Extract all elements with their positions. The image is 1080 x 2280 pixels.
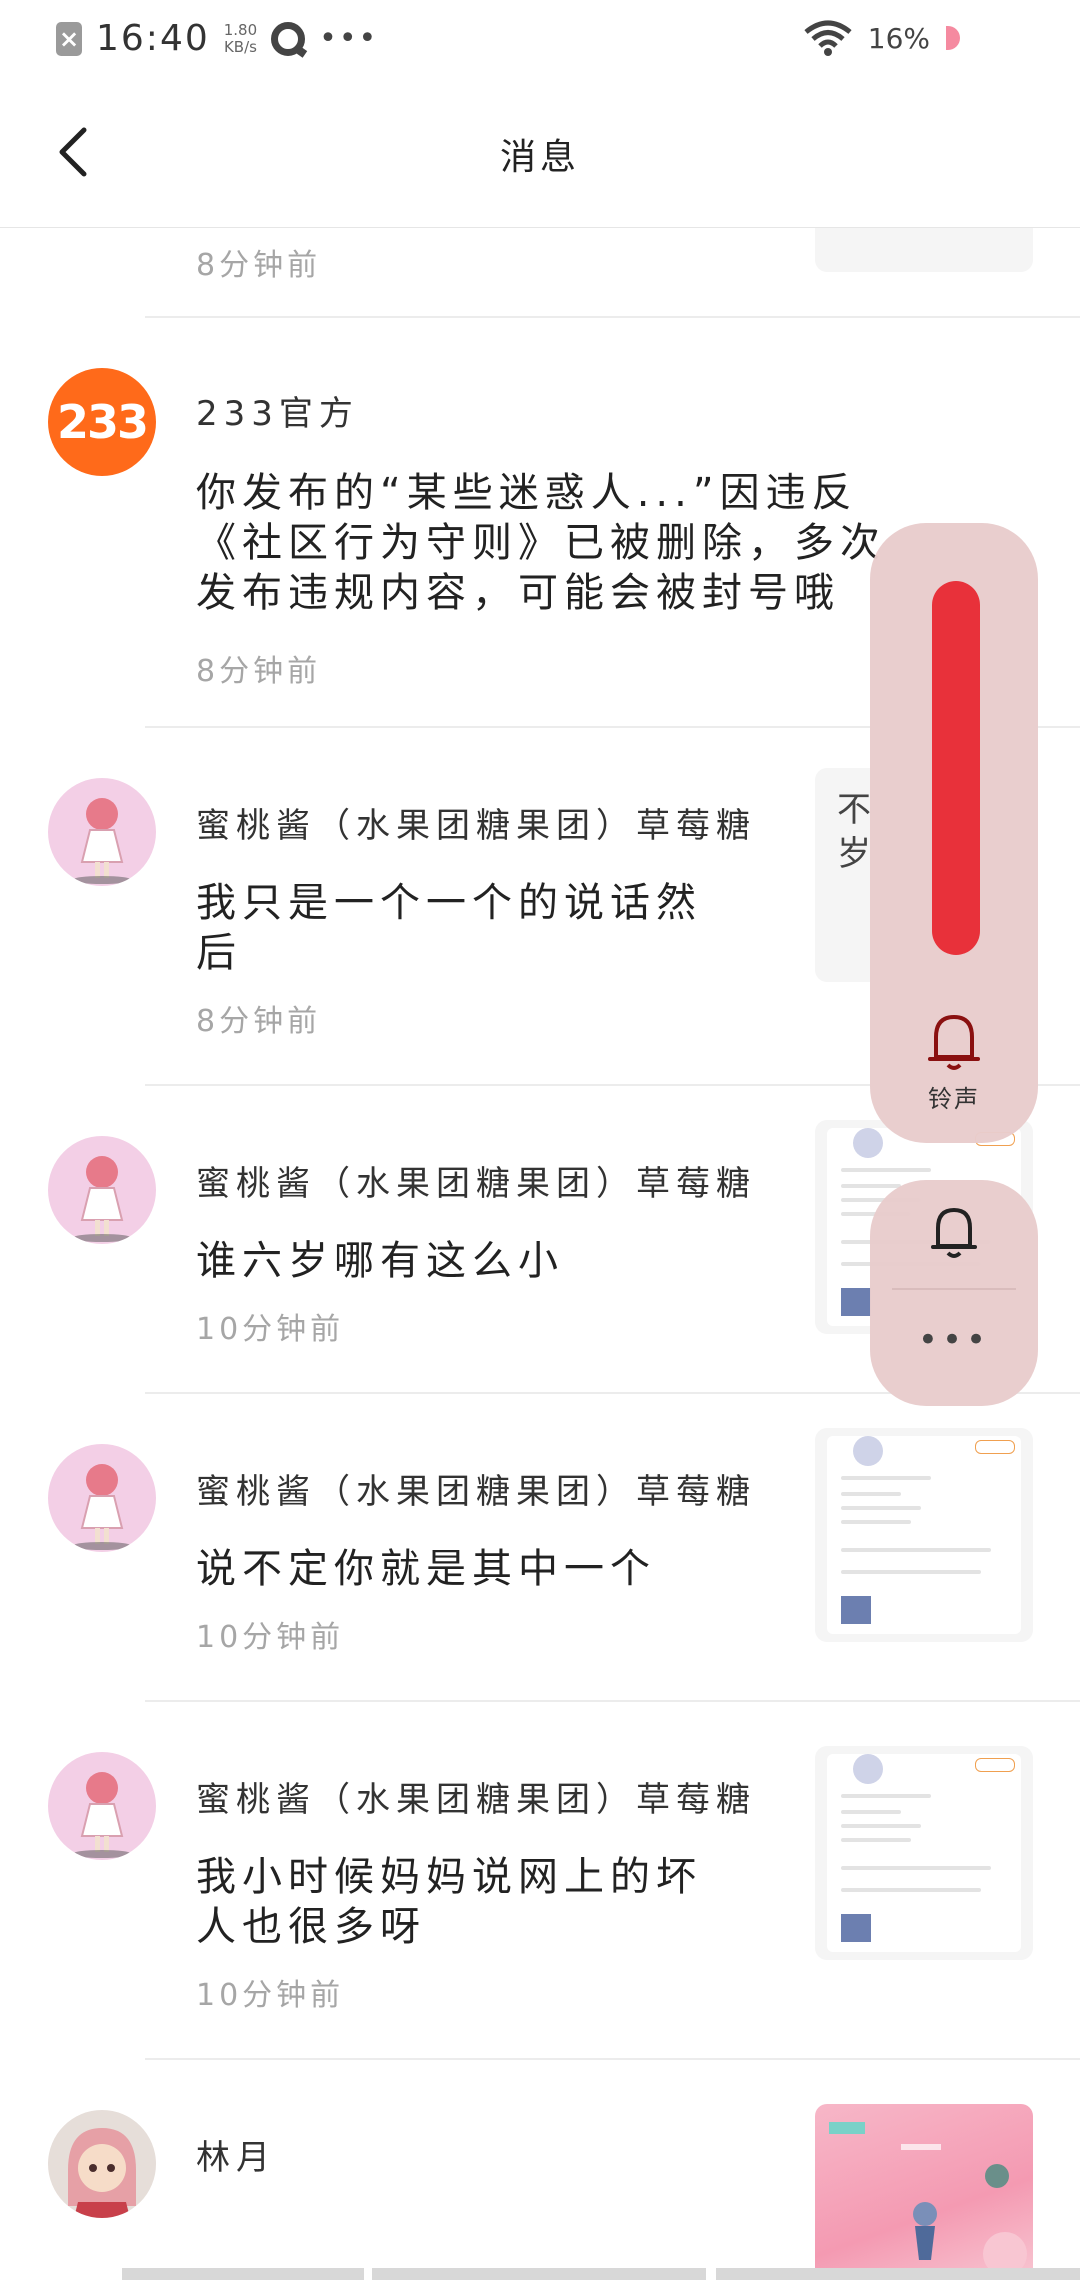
app-header: 消息 [0,80,1080,228]
message-time: 8分钟前 [196,248,322,283]
page-title: 消息 [499,137,580,178]
girl-avatar-icon [72,1772,132,1858]
bell-icon[interactable] [926,1011,982,1073]
profile-preview [827,1754,1021,1952]
preview-badge [975,1758,1015,1772]
message-thumbnail[interactable] [815,2104,1033,2280]
bottom-tab-strip [372,2268,706,2280]
avatar[interactable] [48,778,156,886]
preview-line [841,1794,931,1798]
preview-line [841,1548,991,1552]
message-content: 你发布的“某些迷惑人...”因违反《社区行为守则》已被删除，多次发布违规内容，可… [196,470,886,616]
notification-x-icon: × [56,21,82,56]
message-time: 8分钟前 [196,1004,322,1039]
volume-slider[interactable] [932,581,980,955]
preview-line [841,1506,921,1510]
message-thumbnail[interactable] [815,1428,1033,1642]
more-icon[interactable]: ••• [870,1323,1038,1357]
bottom-tab-strip [716,2268,1080,2280]
battery-percent: 16% [867,21,930,55]
sender-name[interactable]: 233官方 [196,386,359,435]
anime-girl-avatar-icon [68,2128,136,2218]
message-time: 10分钟前 [196,1620,345,1655]
network-speed-value: 1.80 [223,20,258,39]
preview-line [841,1168,931,1172]
preview-line [841,1838,911,1842]
message-thumbnail[interactable] [815,228,1033,272]
messages-screen: × 16:40 1.80 KB/s ••• 16% 消息 8分钟前 233 23… [0,0,1080,2280]
message-content: 谁六岁哪有这么小 [196,1238,564,1284]
message-content: 说不定你就是其中一个 [196,1546,656,1592]
app-q-icon [271,21,306,56]
network-speed-unit: KB/s [223,37,257,56]
list-item[interactable]: 8分钟前 [0,228,1080,318]
sender-name[interactable]: 蜜桃酱（水果团糖果团）草莓糖 [196,798,756,847]
status-time: 16:40 [96,18,210,59]
avatar[interactable] [48,1752,156,1860]
thumbnail-text: 不 岁 [837,790,871,874]
game-scene-thumbnail [829,2122,1027,2276]
sender-name[interactable]: 蜜桃酱（水果团糖果团）草莓糖 [196,1464,756,1513]
message-thumbnail[interactable] [815,1746,1033,1960]
profile-preview [827,1436,1021,1634]
message-content: 我小时候妈妈说网上的坏人也很多呀 [196,1854,702,1950]
preview-line [841,1476,931,1480]
sender-name[interactable]: 林月 [196,2130,276,2179]
preview-line [841,1492,901,1496]
status-bar: × 16:40 1.80 KB/s ••• 16% [0,0,1080,80]
preview-image [841,1596,871,1624]
preview-line [841,1810,901,1814]
message-time: 10分钟前 [196,1312,345,1347]
ringtone-label: 铃声 [928,1085,980,1113]
list-item[interactable]: 林月 [0,2060,1080,2280]
avatar[interactable]: 233 [48,368,156,476]
girl-avatar-icon [72,798,132,884]
preview-avatar [853,1754,883,1784]
girl-avatar-icon [72,1464,132,1550]
preview-line [841,1184,901,1188]
preview-avatar [853,1128,883,1158]
sender-name[interactable]: 蜜桃酱（水果团糖果团）草莓糖 [196,1772,756,1821]
avatar[interactable] [48,1136,156,1244]
preview-line [841,1888,981,1892]
status-right: 16% [804,20,960,56]
list-item[interactable]: 蜜桃酱（水果团糖果团）草莓糖 说不定你就是其中一个 10分钟前 [0,1394,1080,1702]
list-item[interactable]: 蜜桃酱（水果团糖果团）草莓糖 我小时候妈妈说网上的坏人也很多呀 10分钟前 [0,1702,1080,2060]
bell-icon[interactable] [929,1204,979,1260]
preview-image [841,1914,871,1942]
preview-line [841,1570,981,1574]
wifi-icon [804,20,852,56]
message-content: 我只是一个一个的说话然后 [196,880,702,976]
status-more-icon: ••• [319,20,379,56]
preview-line [841,1520,911,1524]
status-left: × 16:40 1.80 KB/s ••• [56,18,378,59]
network-speed: 1.80 KB/s [223,20,258,56]
preview-line [841,1824,921,1828]
avatar[interactable] [48,1444,156,1552]
avatar[interactable] [48,2110,156,2218]
volume-panel[interactable]: 铃声 [870,523,1038,1143]
preview-line [841,1866,991,1870]
message-time: 10分钟前 [196,1978,345,2013]
preview-badge [975,1440,1015,1454]
volume-quick-panel[interactable]: ••• [870,1180,1038,1406]
avatar-233-logo: 233 [56,395,149,449]
divider [892,1288,1016,1290]
sender-name[interactable]: 蜜桃酱（水果团糖果团）草莓糖 [196,1156,756,1205]
bottom-tab-strip [122,2268,364,2280]
girl-avatar-icon [72,1156,132,1242]
message-time: 8分钟前 [196,654,322,689]
preview-avatar [853,1436,883,1466]
battery-icon [946,26,960,50]
preview-image [841,1288,871,1316]
